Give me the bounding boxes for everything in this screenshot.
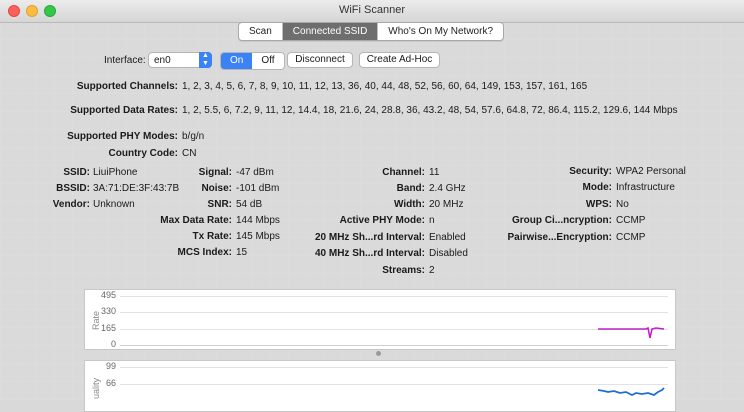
mcs-index-value: 15 xyxy=(236,247,248,258)
supported-channels-value: 1, 2, 3, 4, 5, 6, 7, 8, 9, 10, 11, 12, 1… xyxy=(182,81,588,92)
interface-label: Interface: xyxy=(104,55,146,66)
pairwise-cipher-value: CCMP xyxy=(616,232,646,243)
guard-interval-40-value: Disabled xyxy=(429,248,468,259)
rate-gridline xyxy=(120,312,668,313)
streams-label: Streams: xyxy=(382,265,425,276)
active-phy-mode-label: Active PHY Mode: xyxy=(339,215,425,226)
width-label: Width: xyxy=(393,199,425,210)
bssid-label: BSSID: xyxy=(56,183,90,194)
quality-line xyxy=(598,387,665,397)
rate-tick-0: 0 xyxy=(110,339,116,349)
rate-line xyxy=(598,326,665,339)
snr-label: SNR: xyxy=(207,199,232,210)
snr-value: 54 dB xyxy=(236,199,263,210)
quality-gridline xyxy=(120,367,668,368)
max-data-rate-label: Max Data Rate: xyxy=(160,215,232,226)
wps-value: No xyxy=(616,199,629,210)
interface-select-value: en0 xyxy=(154,55,171,66)
power-toggle: On Off xyxy=(220,52,285,70)
power-off-button[interactable]: Off xyxy=(252,53,283,69)
mode-value: Infrastructure xyxy=(616,182,675,193)
wps-label: WPS: xyxy=(585,199,612,210)
guard-interval-20-value: Enabled xyxy=(429,232,466,243)
supported-phy-modes-value: b/g/n xyxy=(182,131,205,142)
max-data-rate-value: 144 Mbps xyxy=(236,215,280,226)
width-value: 20 MHz xyxy=(429,199,464,210)
rate-gridline xyxy=(120,296,668,297)
rate-gridline xyxy=(120,329,668,330)
window-title: WiFi Scanner xyxy=(338,4,406,16)
vendor-label: Vendor: xyxy=(52,199,90,210)
security-value: WPA2 Personal xyxy=(616,166,686,177)
signal-value: -47 dBm xyxy=(236,167,274,178)
channel-value: 11 xyxy=(429,167,440,178)
tab-bar: Scan Connected SSID Who's On My Network? xyxy=(238,22,505,41)
title-bar: WiFi Scanner xyxy=(0,0,744,23)
supported-data-rates-value: 1, 2, 5.5, 6, 7.2, 9, 11, 12, 14.4, 18, … xyxy=(182,105,678,116)
mcs-index-label: MCS Index: xyxy=(177,247,232,258)
mode-label: Mode: xyxy=(582,182,612,193)
streams-value: 2 xyxy=(429,265,435,276)
quality-axis-title: uality xyxy=(91,377,101,399)
group-cipher-label: Group Ci...ncryption: xyxy=(512,215,612,226)
band-label: Band: xyxy=(396,183,425,194)
guard-interval-40-label: 40 MHz Sh...rd Interval: xyxy=(314,248,425,259)
noise-value: -101 dBm xyxy=(236,183,280,194)
create-adhoc-button[interactable]: Create Ad-Hoc xyxy=(359,52,440,68)
supported-channels-label: Supported Channels: xyxy=(76,81,178,92)
country-code-value: CN xyxy=(182,148,197,159)
rate-axis-title: Rate xyxy=(91,310,101,330)
group-cipher-value: CCMP xyxy=(616,215,646,226)
channel-label: Channel: xyxy=(382,167,425,178)
signal-label: Signal: xyxy=(198,167,232,178)
tab-whos-on-my-network[interactable]: Who's On My Network? xyxy=(378,23,503,40)
supported-data-rates-label: Supported Data Rates: xyxy=(70,105,178,116)
chevron-up-down-icon: ▲ ▼ xyxy=(199,52,212,68)
tab-connected-ssid[interactable]: Connected SSID xyxy=(282,23,379,40)
security-label: Security: xyxy=(569,166,612,177)
tx-rate-label: Tx Rate: xyxy=(192,231,232,242)
active-phy-mode-value: n xyxy=(429,215,435,226)
noise-label: Noise: xyxy=(201,183,232,194)
supported-phy-modes-label: Supported PHY Modes: xyxy=(67,131,178,142)
interface-select[interactable]: en0 ▲ ▼ xyxy=(148,52,212,68)
pairwise-cipher-label: Pairwise...Encryption: xyxy=(507,232,612,243)
band-value: 2.4 GHz xyxy=(429,183,466,194)
country-code-label: Country Code: xyxy=(108,148,178,159)
quality-tick-99: 99 xyxy=(105,361,116,371)
rate-chart-panel xyxy=(84,289,676,350)
tx-rate-value: 145 Mbps xyxy=(236,231,280,242)
guard-interval-20-label: 20 MHz Sh...rd Interval: xyxy=(314,232,425,243)
tab-scan[interactable]: Scan xyxy=(239,23,283,40)
rate-baseline xyxy=(120,345,668,346)
quality-gridline xyxy=(120,384,668,385)
disconnect-button[interactable]: Disconnect xyxy=(287,52,353,68)
ssid-label: SSID: xyxy=(63,167,90,178)
split-view-handle[interactable] xyxy=(376,351,381,356)
rate-tick-495: 495 xyxy=(100,290,116,300)
vendor-value: Unknown xyxy=(93,199,135,210)
power-on-button[interactable]: On xyxy=(221,53,253,69)
